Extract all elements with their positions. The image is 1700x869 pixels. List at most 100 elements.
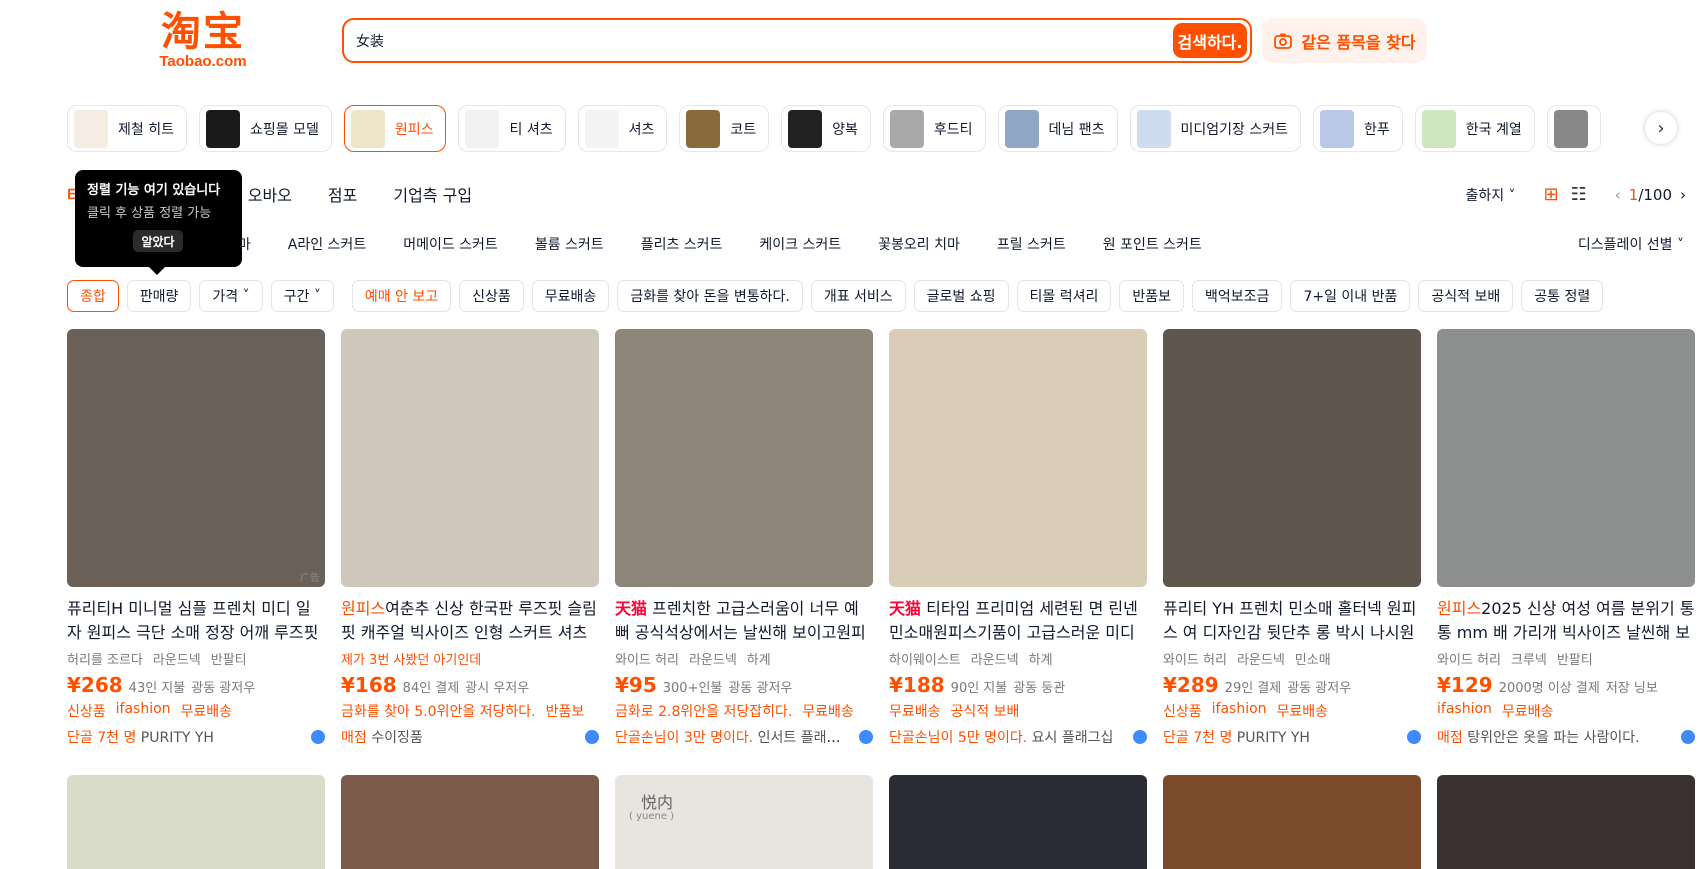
style-option[interactable]: 케이크 스커트 bbox=[759, 234, 841, 254]
product-title[interactable]: 원피스여춘추 신상 한국판 루즈핏 슬림핏 캐주얼 빅사이즈 인형 스커트 셔츠 bbox=[341, 597, 599, 645]
style-option[interactable]: 꽃봉오리 치마 bbox=[878, 234, 960, 254]
category-chip[interactable]: 미디엄기장 스커트 bbox=[1129, 105, 1301, 152]
filter-free-shipping[interactable]: 무료배송 bbox=[531, 280, 610, 312]
product-card[interactable] bbox=[889, 775, 1147, 869]
category-chip[interactable]: 제철 히트 bbox=[67, 105, 187, 152]
filter-subsidy[interactable]: 백억보조금 bbox=[1192, 280, 1283, 312]
sort-price-button[interactable]: 가격 ˅ bbox=[199, 280, 263, 312]
sort-general-button[interactable]: 종합 bbox=[67, 280, 119, 312]
price-range-button[interactable]: 구간 ˅ bbox=[270, 280, 334, 312]
product-card[interactable]: 원피스여춘추 신상 한국판 루즈핏 슬림핏 캐주얼 빅사이즈 인형 스커트 셔츠… bbox=[341, 329, 599, 747]
promo-tags: 금화로 2.8위안을 저당잡히다. 무료배송 bbox=[615, 701, 873, 721]
filter-official[interactable]: 공식적 보배 bbox=[1418, 280, 1514, 312]
product-card[interactable]: 悦内( yuene ) bbox=[615, 775, 873, 869]
product-card[interactable] bbox=[1437, 775, 1695, 869]
category-chip[interactable]: 코트 bbox=[679, 105, 770, 152]
category-chip[interactable]: 셔츠 bbox=[577, 105, 668, 152]
chat-icon[interactable] bbox=[1133, 730, 1147, 744]
product-image[interactable]: 广告 bbox=[67, 329, 325, 587]
shop-row[interactable]: 단골손님이 3만 명이다. 인서트 플래그십 bbox=[615, 727, 873, 747]
product-image[interactable] bbox=[341, 329, 599, 587]
product-image[interactable] bbox=[1437, 329, 1695, 587]
filter-common-sort[interactable]: 공통 정렬 bbox=[1521, 280, 1604, 312]
product-image[interactable] bbox=[1163, 329, 1421, 587]
product-image[interactable] bbox=[341, 775, 599, 869]
chat-icon[interactable] bbox=[311, 730, 325, 744]
sort-sales-button[interactable]: 판매량 bbox=[126, 280, 192, 312]
prev-page-icon[interactable]: ‹ bbox=[1615, 186, 1621, 204]
search-button[interactable]: 검색하다. bbox=[1173, 23, 1247, 58]
product-image[interactable] bbox=[889, 775, 1147, 869]
product-card[interactable]: 원피스2025 신상 여성 여름 분위기 통통 mm 배 가리개 빅사이즈 날씬… bbox=[1437, 329, 1695, 747]
next-page-icon[interactable]: › bbox=[1680, 186, 1686, 204]
product-image[interactable]: 悦内( yuene ) bbox=[615, 775, 873, 869]
filter-7day-return[interactable]: 7+일 이내 반품 bbox=[1290, 280, 1411, 312]
style-option[interactable]: 프릴 스커트 bbox=[997, 234, 1066, 254]
style-option[interactable]: 볼륨 스커트 bbox=[535, 234, 604, 254]
filter-return-insurance[interactable]: 반품보 bbox=[1119, 280, 1185, 312]
filter-tmall-luxury[interactable]: 티몰 럭셔리 bbox=[1016, 280, 1112, 312]
chat-icon[interactable] bbox=[1407, 730, 1421, 744]
category-chip[interactable]: 한푸 bbox=[1313, 105, 1403, 152]
shop-row[interactable]: 매점 수이징품 bbox=[341, 727, 599, 747]
chat-icon[interactable] bbox=[859, 730, 873, 744]
category-chip[interactable]: 데님 팬츠 bbox=[997, 105, 1118, 152]
filter-invoice[interactable]: 개표 서비스 bbox=[810, 280, 906, 312]
product-card[interactable] bbox=[67, 775, 325, 869]
display-filter-select[interactable]: 디스플레이 선별 ˅ bbox=[1578, 234, 1684, 254]
product-image[interactable] bbox=[889, 329, 1147, 587]
category-chip[interactable]: 한국 계열 bbox=[1414, 105, 1535, 152]
category-label: 한국 계열 bbox=[1465, 121, 1522, 138]
filter-preorder[interactable]: 예매 안 보고 bbox=[351, 280, 452, 312]
product-title[interactable]: 퓨리티 YH 프렌치 민소매 홀터넥 원피스 여 디자인감 뒷단추 롱 박시 나… bbox=[1163, 597, 1421, 645]
shop-row[interactable]: 단골 7천 명 PURITY YH bbox=[67, 727, 325, 747]
tab-taobao[interactable]: 오바오 bbox=[248, 182, 292, 208]
product-image[interactable] bbox=[67, 775, 325, 869]
shop-row[interactable]: 단골 7천 명 PURITY YH bbox=[1163, 727, 1421, 747]
product-title[interactable]: 天猫 티타임 프리미엄 세련된 면 린넨 민소매원피스기품이 고급스러운 미디 bbox=[889, 597, 1147, 645]
product-tag: 하이웨이스트 bbox=[889, 653, 961, 668]
tab-shops[interactable]: 점포 bbox=[328, 182, 357, 208]
product-image[interactable] bbox=[615, 329, 873, 587]
product-card[interactable] bbox=[1163, 775, 1421, 869]
pagination: ‹ 1/100 › bbox=[1615, 186, 1686, 204]
chat-icon[interactable] bbox=[585, 730, 599, 744]
chat-icon[interactable] bbox=[1681, 730, 1695, 744]
product-title[interactable]: 퓨리티H 미니멀 심플 프렌치 미디 일자 원피스 극단 소매 정장 어깨 루즈… bbox=[67, 597, 325, 645]
shop-row[interactable]: 매점 탕위안은 옷을 파는 사람이다. bbox=[1437, 727, 1695, 747]
style-option[interactable]: 플리츠 스커트 bbox=[641, 234, 723, 254]
shop-row[interactable]: 단골손님이 5만 명이다. 요시 플래그십 bbox=[889, 727, 1147, 747]
product-title[interactable]: 天猫 프렌치한 고급스러움이 너무 예뻐 공식석상에서는 날씬해 보이고원피스 bbox=[615, 597, 873, 645]
taobao-logo[interactable]: 淘宝 Taobao.com bbox=[143, 10, 263, 72]
category-chip[interactable] bbox=[1546, 105, 1601, 152]
category-thumbnail bbox=[1553, 109, 1588, 148]
style-option[interactable]: 머메이드 스커트 bbox=[403, 234, 498, 254]
product-card[interactable]: 天猫 프렌치한 고급스러움이 너무 예뻐 공식석상에서는 날씬해 보이고원피스 … bbox=[615, 329, 873, 747]
product-card[interactable]: 广告 퓨리티H 미니멀 심플 프렌치 미디 일자 원피스 극단 소매 정장 어깨… bbox=[67, 329, 325, 747]
grid-view-icon[interactable]: ⊞ bbox=[1544, 184, 1559, 205]
product-image[interactable] bbox=[1437, 775, 1695, 869]
style-option[interactable]: 원 포인트 스커트 bbox=[1103, 234, 1202, 254]
filter-coins[interactable]: 금화를 찾아 돈을 변통하다. bbox=[617, 280, 803, 312]
style-option[interactable]: A라인 스커트 bbox=[288, 234, 366, 254]
product-card[interactable] bbox=[341, 775, 599, 869]
filter-new[interactable]: 신상품 bbox=[459, 280, 524, 312]
product-card[interactable]: 퓨리티 YH 프렌치 민소매 홀터넥 원피스 여 디자인감 뒷단추 롱 박시 나… bbox=[1163, 329, 1421, 747]
search-input[interactable] bbox=[356, 29, 1116, 53]
tab-enterprise[interactable]: 기업측 구입 bbox=[393, 182, 472, 208]
image-search-button[interactable]: 같은 품목을 찾다 bbox=[1262, 18, 1427, 63]
category-chip[interactable]: 쇼핑몰 모델 bbox=[198, 105, 332, 152]
ship-from-select[interactable]: 출하지 ˅ bbox=[1465, 185, 1515, 205]
category-chip[interactable]: 후드티 bbox=[882, 105, 986, 152]
product-image[interactable] bbox=[1163, 775, 1421, 869]
chevron-right-icon[interactable]: › bbox=[1645, 112, 1677, 144]
product-card[interactable]: 天猫 티타임 프리미엄 세련된 면 린넨 민소매원피스기품이 고급스러운 미디 … bbox=[889, 329, 1147, 747]
category-chip[interactable]: 양복 bbox=[781, 105, 871, 152]
category-chip[interactable]: 티 셔츠 bbox=[458, 105, 566, 152]
product-title[interactable]: 원피스2025 신상 여성 여름 분위기 통통 mm 배 가리개 빅사이즈 날씬… bbox=[1437, 597, 1695, 645]
list-view-icon[interactable]: ☷ bbox=[1571, 184, 1587, 205]
filter-global[interactable]: 글로벌 쇼핑 bbox=[913, 280, 1009, 312]
sort-price-label: 가격 bbox=[212, 289, 239, 305]
tooltip-dismiss-button[interactable]: 알았다 bbox=[133, 230, 183, 252]
category-chip-active[interactable]: 원피스 bbox=[343, 105, 447, 152]
